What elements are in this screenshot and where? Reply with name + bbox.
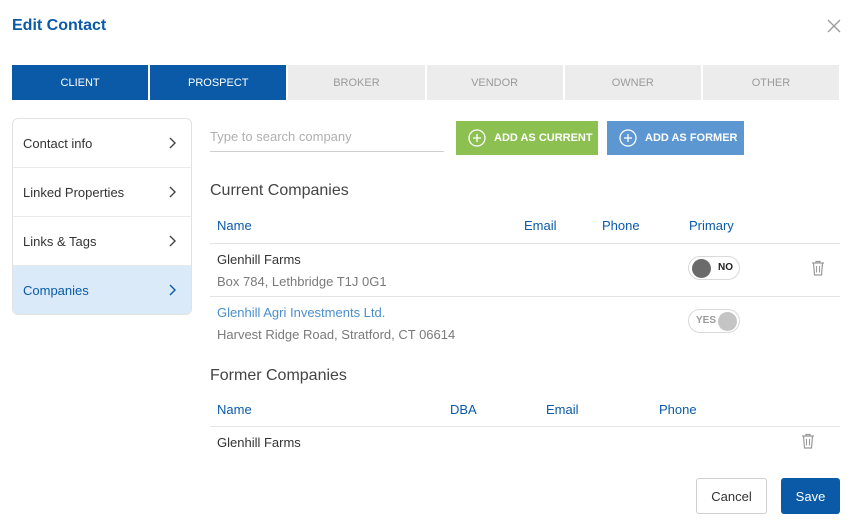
save-button[interactable]: Save: [781, 478, 840, 514]
tab-vendor[interactable]: VENDOR: [426, 65, 563, 100]
sidebar-item-label: Linked Properties: [23, 184, 125, 200]
former-col-name: Name: [217, 402, 252, 417]
sidebar-nav: Contact info Linked Properties Links & T…: [12, 118, 192, 315]
former-col-dba: DBA: [450, 402, 477, 417]
cancel-button[interactable]: Cancel: [696, 478, 767, 514]
sidebar-item-linked-properties[interactable]: Linked Properties: [13, 168, 191, 217]
sidebar-item-label: Companies: [23, 282, 89, 298]
current-col-primary: Primary: [689, 218, 734, 233]
chevron-right-icon: [169, 137, 176, 149]
add-as-current-button[interactable]: ADD AS CURRENT: [456, 121, 598, 155]
divider: [210, 426, 840, 427]
former-company-name: Glenhill Farms: [217, 435, 301, 450]
divider: [210, 243, 840, 244]
sidebar-item-label: Contact info: [23, 135, 93, 151]
current-company-address: Harvest Ridge Road, Stratford, CT 06614: [217, 327, 456, 342]
current-company-name: Glenhill Farms: [217, 252, 301, 267]
toggle-knob: [718, 312, 737, 331]
divider: [210, 296, 840, 297]
primary-toggle[interactable]: YES: [688, 309, 740, 333]
sidebar-item-links-tags[interactable]: Links & Tags: [13, 217, 191, 266]
former-col-email: Email: [546, 402, 579, 417]
plus-circle-icon: [468, 129, 486, 147]
close-icon[interactable]: [826, 18, 842, 34]
tab-owner[interactable]: OWNER: [564, 65, 701, 100]
primary-toggle[interactable]: NO: [688, 256, 740, 280]
add-as-former-label: ADD AS FORMER: [645, 132, 738, 144]
trash-icon[interactable]: [801, 433, 815, 449]
current-companies-heading: Current Companies: [210, 182, 349, 199]
tab-other[interactable]: OTHER: [702, 65, 840, 100]
dialog-title: Edit Contact: [12, 17, 107, 34]
former-col-phone: Phone: [659, 402, 697, 417]
current-col-name: Name: [217, 218, 252, 233]
contact-type-tabs: CLIENT PROSPECT BROKER VENDOR OWNER OTHE…: [12, 65, 840, 100]
current-col-email: Email: [524, 218, 557, 233]
tab-broker[interactable]: BROKER: [288, 65, 425, 100]
chevron-right-icon: [169, 186, 176, 198]
sidebar-item-companies[interactable]: Companies: [13, 266, 191, 314]
toggle-label: NO: [718, 262, 733, 273]
former-companies-heading: Former Companies: [210, 367, 347, 384]
toggle-knob: [692, 259, 711, 278]
add-as-current-label: ADD AS CURRENT: [494, 132, 593, 144]
tab-prospect[interactable]: PROSPECT: [150, 65, 287, 100]
tab-client[interactable]: CLIENT: [12, 65, 149, 100]
add-as-former-button[interactable]: ADD AS FORMER: [607, 121, 744, 155]
toggle-label: YES: [696, 315, 717, 326]
company-search-input[interactable]: [210, 122, 444, 152]
current-company-address: Box 784, Lethbridge T1J 0G1: [217, 274, 387, 289]
chevron-right-icon: [169, 235, 176, 247]
current-col-phone: Phone: [602, 218, 640, 233]
chevron-right-icon: [169, 284, 176, 296]
plus-circle-icon: [619, 129, 637, 147]
current-company-name-link[interactable]: Glenhill Agri Investments Ltd.: [217, 305, 385, 320]
sidebar-item-label: Links & Tags: [23, 233, 97, 249]
sidebar-item-contact-info[interactable]: Contact info: [13, 119, 191, 168]
trash-icon[interactable]: [811, 260, 825, 276]
